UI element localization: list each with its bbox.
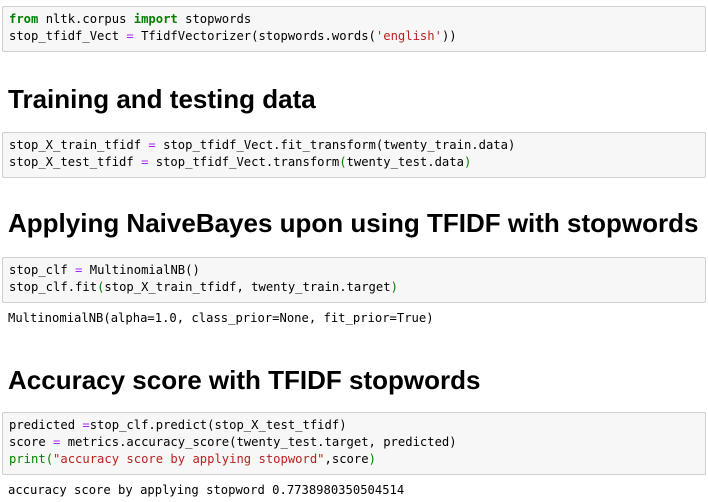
- heading-accuracy: Accuracy score with TFIDF stopwords: [8, 365, 481, 395]
- code-cell-fit[interactable]: stop_clf = MultinomialNB() stop_clf.fit(…: [2, 257, 706, 303]
- predict-output: accuracy score by applying stopword 0.77…: [8, 483, 405, 497]
- code-line: print("accuracy score by applying stopwo…: [9, 452, 376, 466]
- code-line: stop_tfidf_Vect = TfidfVectorizer(stopwo…: [9, 29, 457, 43]
- heading-training-data: Training and testing data: [8, 84, 316, 114]
- code-cell-transform[interactable]: stop_X_train_tfidf = stop_tfidf_Vect.fit…: [2, 132, 706, 178]
- code-line: stop_clf.fit(stop_X_train_tfidf, twenty_…: [9, 280, 398, 294]
- fit-output: MultinomialNB(alpha=1.0, class_prior=Non…: [8, 311, 434, 325]
- code-line: stop_clf = MultinomialNB(): [9, 263, 200, 277]
- code-cell-predict[interactable]: predicted =stop_clf.predict(stop_X_test_…: [2, 412, 706, 475]
- code-line: stop_X_test_tfidf = stop_tfidf_Vect.tran…: [9, 155, 472, 169]
- code-line: stop_X_train_tfidf = stop_tfidf_Vect.fit…: [9, 138, 516, 152]
- heading-naivebayes: Applying NaiveBayes upon using TFIDF wit…: [8, 208, 699, 238]
- code-line: predicted =stop_clf.predict(stop_X_test_…: [9, 418, 347, 432]
- code-line: score = metrics.accuracy_score(twenty_te…: [9, 435, 457, 449]
- code-line: from nltk.corpus import stopwords: [9, 12, 252, 26]
- code-cell-import[interactable]: from nltk.corpus import stopwords stop_t…: [2, 6, 706, 52]
